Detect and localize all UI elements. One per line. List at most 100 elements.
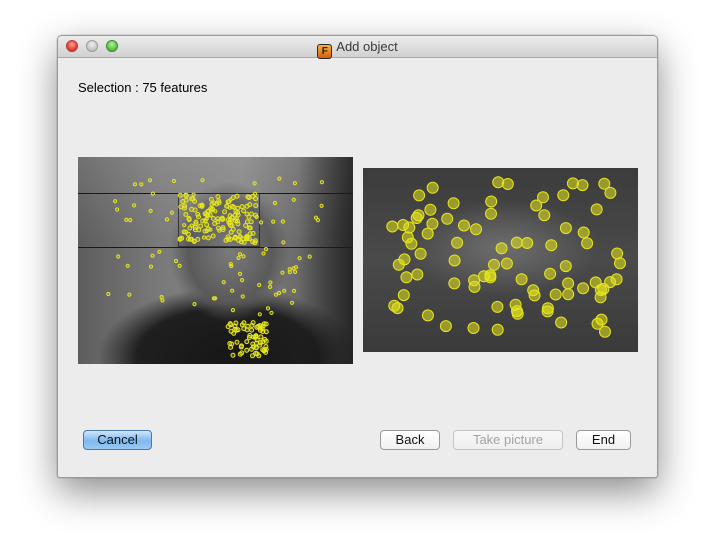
- feature-point: [196, 214, 201, 220]
- selection-label: Selection : 75 features: [78, 80, 208, 95]
- feature-point: [397, 289, 410, 302]
- feature-point: [177, 192, 183, 198]
- feature-point: [282, 288, 287, 293]
- feature-point: [125, 263, 130, 268]
- feature-point: [244, 347, 250, 353]
- feature-point: [159, 295, 164, 300]
- feature-point: [173, 258, 179, 264]
- feature-point: [254, 214, 259, 220]
- feature-point: [160, 298, 165, 303]
- feature-point: [228, 229, 234, 235]
- feature-point: [228, 262, 233, 267]
- feature-point: [478, 270, 490, 283]
- feature-point: [280, 270, 285, 275]
- feature-point: [562, 277, 575, 290]
- feature-point: [219, 215, 225, 221]
- feature-point: [604, 276, 617, 289]
- feature-point: [414, 247, 427, 260]
- feature-point: [244, 219, 250, 225]
- feature-point: [200, 178, 205, 183]
- feature-point: [559, 222, 572, 235]
- feature-point: [319, 203, 324, 208]
- feature-point: [261, 251, 266, 256]
- feature-point: [468, 280, 481, 293]
- feature-point: [272, 200, 278, 206]
- feature-point: [577, 282, 590, 295]
- feature-point: [315, 218, 320, 223]
- feature-point: [247, 333, 253, 338]
- title-bar[interactable]: F Add object: [58, 36, 657, 59]
- feature-point: [247, 202, 253, 208]
- feature-point: [467, 322, 480, 334]
- feature-point: [234, 339, 240, 345]
- feature-point: [231, 330, 237, 336]
- feature-point: [500, 257, 513, 270]
- feature-point: [297, 256, 302, 261]
- feature-point: [263, 247, 269, 252]
- feature-point: [169, 210, 175, 215]
- feature-point: [256, 353, 262, 359]
- add-object-window: F Add object Selection : 75 features Canc…: [57, 35, 658, 478]
- feature-point: [179, 235, 185, 241]
- feature-point: [183, 212, 189, 217]
- feature-point: [581, 237, 594, 250]
- feature-point: [257, 282, 262, 288]
- feature-point: [238, 234, 243, 239]
- feature-point: [223, 237, 229, 243]
- feature-point: [253, 191, 258, 197]
- feature-point: [614, 257, 626, 270]
- feature-point: [413, 189, 426, 202]
- app-icon: F: [317, 44, 333, 59]
- feature-point: [132, 182, 138, 187]
- back-button[interactable]: Back: [380, 430, 440, 450]
- feature-point: [590, 203, 603, 216]
- feature-point: [183, 193, 189, 198]
- feature-point: [245, 194, 251, 200]
- feature-point: [208, 207, 214, 213]
- feature-point: [244, 234, 249, 240]
- feature-point: [211, 296, 216, 301]
- feature-point: [426, 217, 439, 230]
- feature-point: [221, 280, 226, 285]
- feature-point: [232, 235, 238, 240]
- feature-point: [171, 178, 177, 184]
- feature-point: [192, 238, 197, 244]
- feature-point: [230, 288, 235, 293]
- feature-point: [228, 197, 233, 202]
- feature-point: [544, 267, 557, 280]
- feature-point: [249, 327, 255, 333]
- feature-point: [598, 177, 611, 190]
- feature-point: [204, 212, 209, 217]
- feature-point: [292, 181, 297, 186]
- feature-point: [216, 198, 222, 204]
- take-picture-button[interactable]: Take picture: [453, 430, 563, 450]
- feature-point: [239, 204, 245, 210]
- feature-point: [236, 255, 241, 261]
- feature-point: [253, 203, 259, 209]
- feature-point: [263, 321, 269, 327]
- feature-point: [241, 320, 247, 326]
- feature-point: [424, 203, 437, 216]
- end-button[interactable]: End: [576, 430, 631, 450]
- feature-point: [488, 258, 500, 271]
- feature-point: [201, 235, 207, 240]
- feature-point: [541, 305, 554, 318]
- feature-point: [537, 191, 549, 204]
- feature-point: [511, 305, 523, 318]
- feature-point: [421, 227, 434, 240]
- feature-point: [501, 178, 514, 190]
- cancel-button[interactable]: Cancel: [83, 430, 152, 450]
- feature-point: [249, 346, 254, 352]
- feature-point: [291, 197, 296, 202]
- feature-point: [485, 207, 497, 220]
- feature-point: [113, 199, 118, 204]
- feature-point: [458, 219, 470, 232]
- feature-point: [599, 325, 611, 338]
- feature-point: [237, 271, 243, 277]
- feature-point: [448, 277, 461, 290]
- feature-point: [215, 194, 221, 200]
- feature-point: [495, 242, 508, 255]
- feature-point: [192, 207, 198, 213]
- feature-point: [307, 254, 312, 259]
- feature-point: [215, 216, 221, 222]
